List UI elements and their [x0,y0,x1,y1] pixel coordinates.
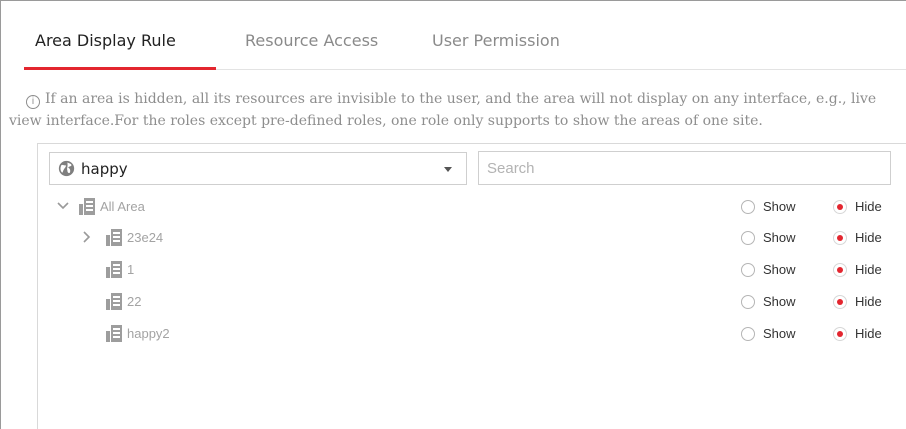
tab-resource-access[interactable]: Resource Access [245,31,378,50]
tab-user-permission[interactable]: User Permission [432,31,560,50]
tree-row[interactable]: All Area Show Hide [37,191,906,223]
building-icon [106,325,122,342]
show-radio[interactable] [741,231,755,245]
hide-radio[interactable] [833,295,847,309]
tree-row[interactable]: happy2 Show Hide [37,318,906,350]
hide-radio[interactable] [833,263,847,277]
info-note: i If an area is hidden, all its resources… [9,88,899,132]
site-select-value: happy [81,160,128,178]
tree-node-label: 22 [127,294,142,309]
show-label: Show [763,199,796,214]
show-label: Show [763,262,796,277]
tree-node-label: happy2 [127,326,170,341]
tree-node-label: All Area [100,199,145,214]
site-select-dropdown[interactable]: happy [49,152,467,185]
hide-radio[interactable] [833,231,847,245]
chevron-down-icon[interactable] [56,199,70,213]
hide-label: Hide [855,294,882,309]
search-input[interactable] [478,151,891,185]
show-label: Show [763,294,796,309]
hide-radio[interactable] [833,200,847,214]
globe-icon [58,160,75,177]
tree-node-label: 23e24 [127,230,164,245]
hide-label: Hide [855,230,882,245]
tree-row[interactable]: 23e24 Show Hide [37,222,906,254]
info-text: If an area is hidden, all its resources … [9,91,877,129]
chevron-right-icon[interactable] [80,230,94,244]
hide-radio[interactable] [833,327,847,341]
show-radio[interactable] [741,200,755,214]
hide-label: Hide [855,199,882,214]
building-icon [106,293,122,310]
active-tab-indicator [24,67,216,70]
tree-row[interactable]: 22 Show Hide [37,286,906,318]
building-icon [106,229,122,246]
tree-row[interactable]: 1 Show Hide [37,254,906,286]
tab-bar: Area Display Rule Resource Access User P… [0,0,906,70]
show-radio[interactable] [741,327,755,341]
building-icon [106,261,122,278]
tab-area-display-rule[interactable]: Area Display Rule [35,31,176,50]
building-icon [79,198,95,215]
show-radio[interactable] [741,263,755,277]
show-radio[interactable] [741,295,755,309]
show-label: Show [763,230,796,245]
hide-label: Hide [855,326,882,341]
hide-label: Hide [855,262,882,277]
tree-node-label: 1 [127,262,135,277]
chevron-down-icon [444,167,452,172]
info-icon: i [26,95,40,109]
show-label: Show [763,326,796,341]
